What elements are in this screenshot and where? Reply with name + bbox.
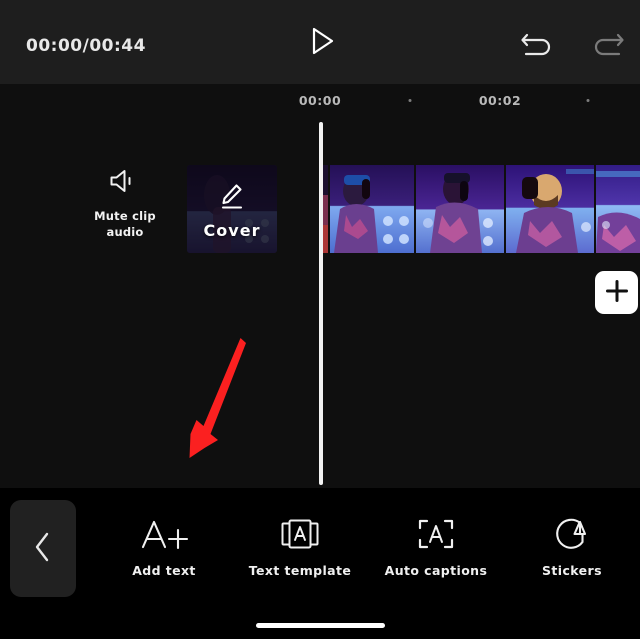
chevron-left-icon: [30, 530, 56, 568]
undo-arrow-icon: [518, 33, 556, 64]
home-indicator: [256, 623, 385, 628]
play-button[interactable]: [304, 27, 342, 59]
play-triangle-icon: [311, 27, 335, 59]
red-arrow-annotation: [170, 330, 260, 470]
tool-stickers[interactable]: Stickers: [504, 500, 640, 578]
mute-label-line2: audio: [106, 225, 144, 239]
tool-label: Add text: [132, 563, 196, 578]
cover-label: Cover: [203, 220, 261, 240]
tool-label: Text template: [248, 563, 352, 578]
video-thumbnail[interactable]: [414, 165, 504, 253]
tool-label: Stickers: [542, 563, 602, 578]
top-bar: 00:00/00:44: [0, 0, 640, 84]
tool-auto-captions[interactable]: Auto captions: [368, 500, 504, 578]
cover-overlay: Cover: [187, 165, 277, 253]
mute-label-line1: Mute clip: [94, 209, 156, 223]
add-clip-button[interactable]: [595, 271, 638, 314]
ruler-tick-dot: [586, 99, 590, 102]
ruler-tick-dot: [408, 99, 412, 102]
timeline-ruler[interactable]: 00:00 00:02: [0, 84, 640, 120]
a-plus-icon: [138, 514, 190, 554]
video-thumbnail[interactable]: [594, 165, 640, 253]
video-clip-track[interactable]: [322, 165, 640, 253]
playhead[interactable]: [319, 122, 323, 485]
video-thumbnail[interactable]: [328, 165, 414, 253]
bottom-toolbar: Add text Text template Auto captions Sti…: [0, 488, 640, 639]
sticker-icon: [552, 514, 592, 554]
ruler-tick-label: 00:02: [478, 93, 522, 108]
back-button[interactable]: [10, 500, 76, 597]
time-readout: 00:00/00:44: [26, 36, 146, 56]
tool-list: Add text Text template Auto captions Sti…: [96, 500, 640, 597]
ruler-tick-label: 00:00: [298, 93, 342, 108]
text-template-icon: [280, 514, 320, 554]
mute-clip-audio-button[interactable]: Mute clip audio: [84, 165, 166, 255]
undo-button[interactable]: [518, 26, 556, 60]
pencil-edit-icon: [215, 179, 249, 217]
tool-text-template[interactable]: Text template: [232, 500, 368, 578]
redo-button[interactable]: [589, 26, 627, 60]
tool-label: Auto captions: [384, 563, 488, 578]
plus-icon: [604, 278, 630, 308]
auto-captions-icon: [416, 514, 456, 554]
mute-clip-audio-label: Mute clip audio: [84, 208, 166, 240]
redo-arrow-icon: [589, 33, 627, 64]
timeline-area[interactable]: 00:00 00:02 Mute clip audio Cover: [0, 84, 640, 488]
tool-add-text[interactable]: Add text: [96, 500, 232, 578]
speaker-volume-icon: [107, 167, 143, 199]
cover-thumbnail-button[interactable]: Cover: [187, 165, 277, 253]
video-thumbnail[interactable]: [504, 165, 594, 253]
